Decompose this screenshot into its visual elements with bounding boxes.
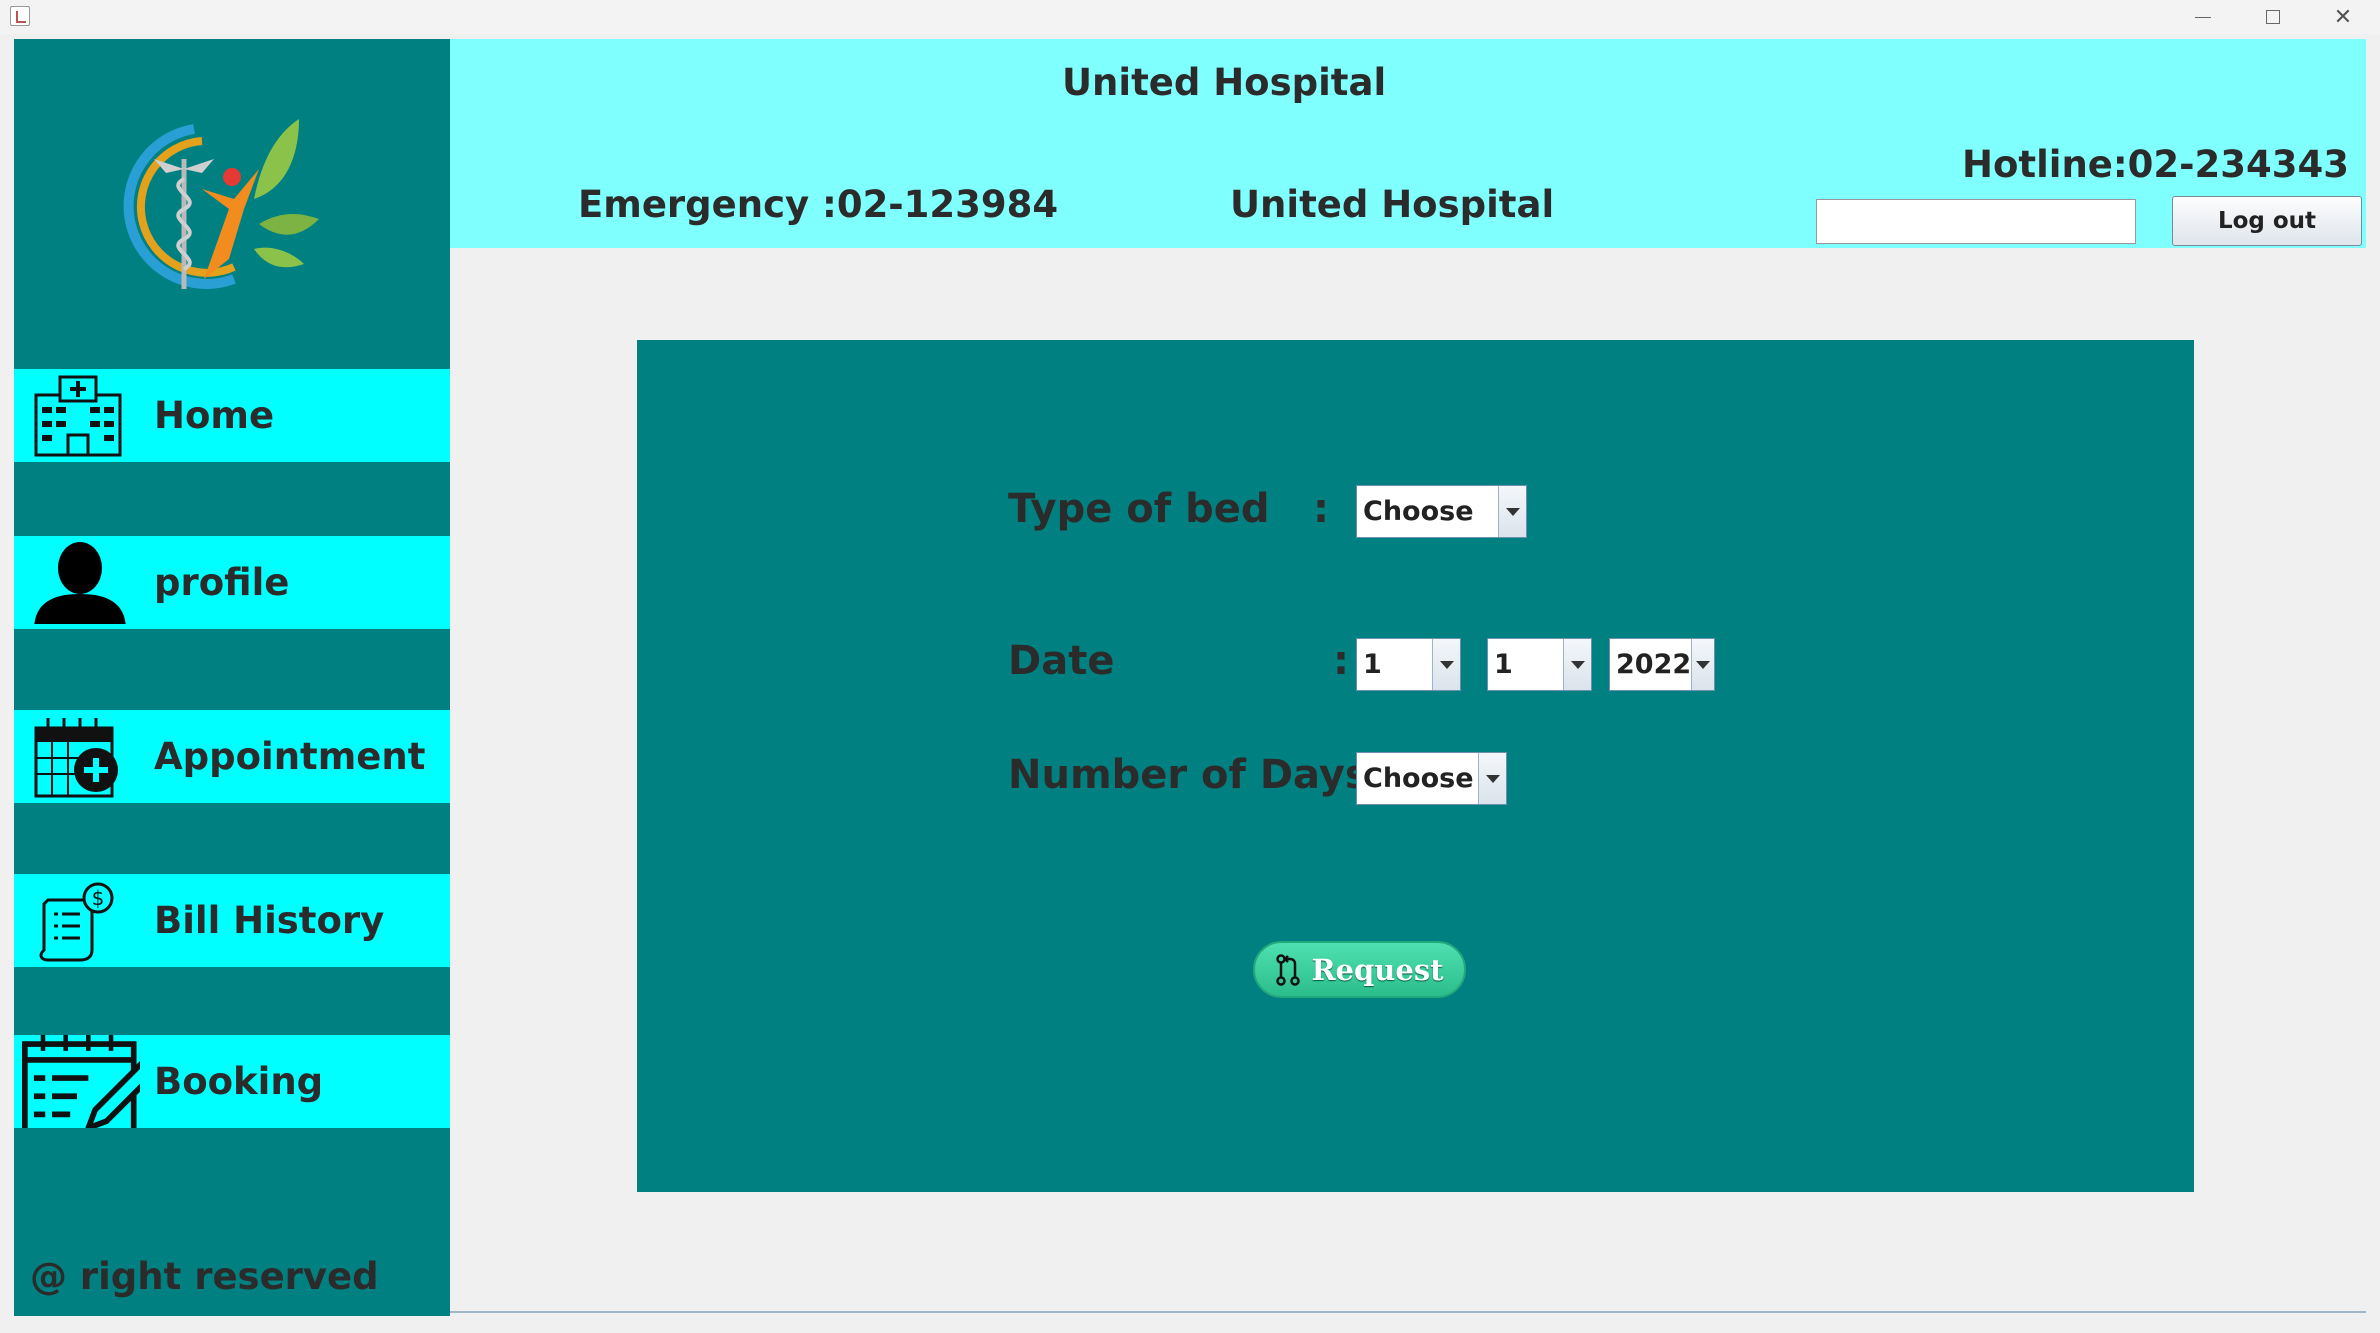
date-day-value: 1 [1363, 649, 1382, 680]
emergency-number: Emergency :02-123984 [578, 183, 1059, 226]
date-label: Date [1008, 638, 1115, 684]
sidebar-item-appointment[interactable]: Appointment [14, 710, 450, 803]
chevron-down-icon[interactable] [1691, 639, 1714, 690]
sidebar-item-label: Booking [154, 1060, 324, 1103]
days-select[interactable]: Choose [1356, 752, 1507, 805]
sidebar-item-label: Home [154, 394, 275, 437]
sidebar-item-booking[interactable]: Booking [14, 1035, 450, 1128]
logout-button[interactable]: Log out [2172, 196, 2362, 246]
chevron-down-icon[interactable] [1563, 639, 1591, 690]
hospital-name: United Hospital [1230, 183, 1555, 226]
page-title: United Hospital [1062, 61, 1387, 104]
bed-type-colon: : [1313, 486, 1329, 532]
date-year-value: 2022 [1616, 649, 1692, 680]
java-app-icon [10, 6, 30, 26]
bed-booking-panel: Type of bed : Choose Date : 1 1 2022 Num… [637, 340, 2194, 1192]
bed-type-select[interactable]: Choose [1356, 485, 1527, 538]
bed-type-value: Choose [1363, 496, 1474, 527]
sidebar-item-home[interactable]: Home [14, 369, 450, 462]
user-icon [34, 542, 126, 624]
date-day-select[interactable]: 1 [1356, 638, 1461, 691]
maximize-button[interactable] [2238, 0, 2308, 34]
sidebar-item-label: Appointment [154, 735, 426, 778]
content-bottom-border [450, 1311, 2366, 1313]
maximize-icon [2266, 10, 2280, 24]
sidebar-item-bill-history[interactable]: $ Bill History [14, 874, 450, 967]
pull-request-icon [1276, 953, 1301, 986]
close-button[interactable]: ✕ [2308, 0, 2378, 34]
sidebar: Home profile Appointment $ Bill History [14, 39, 450, 1316]
chevron-down-icon[interactable] [1478, 753, 1506, 804]
request-button[interactable]: Request [1253, 941, 1466, 998]
copyright-text: @ right reserved [30, 1255, 379, 1298]
bed-type-label: Type of bed [1008, 486, 1270, 532]
header: United Hospital Emergency :02-123984 Uni… [450, 39, 2366, 248]
sidebar-item-label: profile [154, 561, 290, 604]
chevron-down-icon[interactable] [1432, 639, 1460, 690]
date-year-select[interactable]: 2022 [1609, 638, 1715, 691]
calendar-plus-icon [34, 718, 118, 798]
close-icon: ✕ [2333, 4, 2353, 30]
bill-receipt-icon: $ [39, 882, 114, 962]
window-titlebar: ✕ [0, 0, 2380, 34]
header-text-field[interactable] [1816, 199, 2136, 244]
booking-edit-icon [21, 1035, 140, 1128]
hotline-number: Hotline:02-234343 [1962, 143, 2349, 186]
sidebar-item-label: Bill History [154, 899, 385, 942]
days-value: Choose [1363, 763, 1474, 794]
date-month-value: 1 [1494, 649, 1513, 680]
date-colon: : [1333, 638, 1349, 684]
chevron-down-icon[interactable] [1498, 486, 1526, 537]
svg-text:$: $ [92, 886, 105, 910]
sidebar-item-profile[interactable]: profile [14, 536, 450, 629]
date-month-select[interactable]: 1 [1487, 638, 1592, 691]
days-label: Number of Days: [1008, 752, 1385, 798]
hospital-building-icon [34, 375, 122, 457]
minimize-button[interactable] [2168, 0, 2238, 34]
request-button-label: Request [1311, 952, 1444, 987]
minimize-icon [2195, 16, 2211, 18]
hospital-logo [123, 119, 319, 289]
